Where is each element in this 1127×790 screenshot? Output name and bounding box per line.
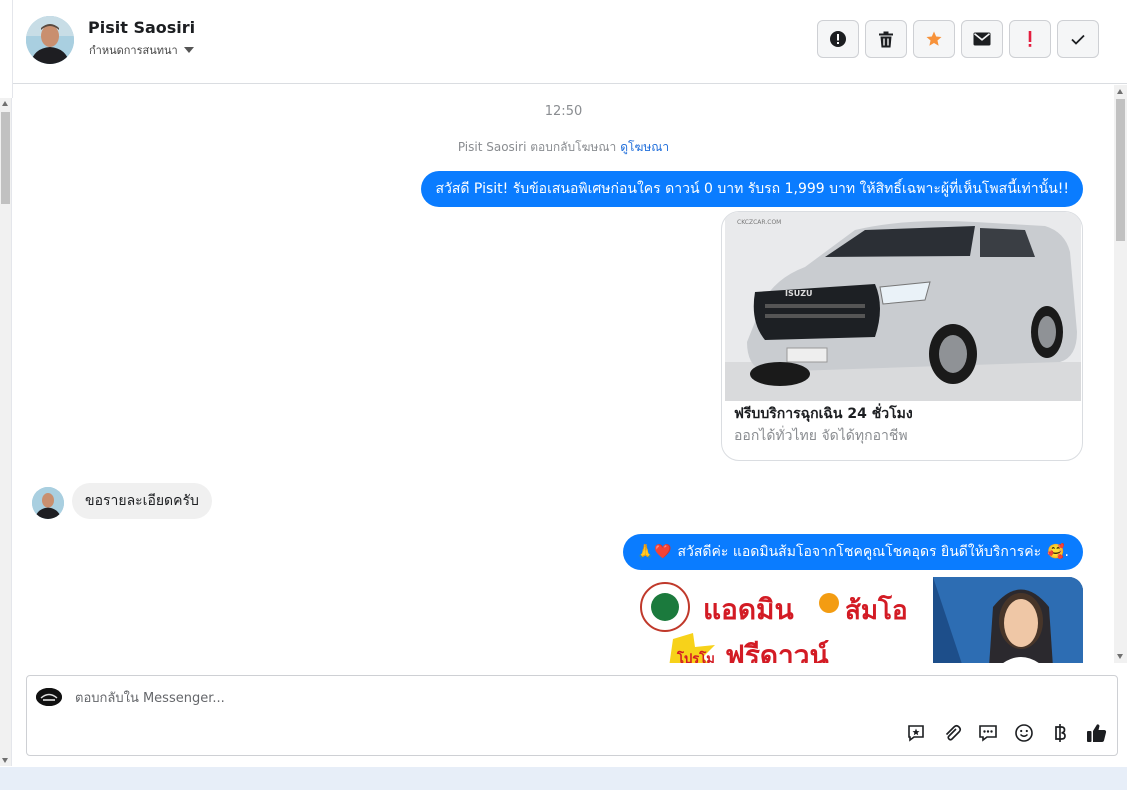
message-thread[interactable]: 12:50 Pisit Saosiri ตอบกลับโฆษณา ดูโฆษณา …: [13, 85, 1114, 663]
scroll-up-arrow[interactable]: [1117, 89, 1123, 94]
quick-reply-button[interactable]: [977, 722, 999, 744]
window-bottom-bar: [0, 767, 1127, 790]
action-toolbar: [817, 20, 1099, 58]
emoji-prefix: 🙏❤️: [636, 544, 672, 560]
like-button[interactable]: [1085, 722, 1107, 744]
car-image: CKCZCAR.COM ISUZU: [725, 212, 1081, 401]
reply-input[interactable]: [75, 686, 875, 710]
page-avatar: [36, 688, 62, 706]
mark-unread-button[interactable]: [961, 20, 1003, 58]
baht-icon: [1055, 724, 1066, 742]
card-logo-text: CKCZCAR.COM: [737, 219, 781, 226]
scroll-down-arrow[interactable]: [2, 758, 8, 763]
delete-button[interactable]: [865, 20, 907, 58]
inbox-app: Pisit Saosiri กำหนดการสนทนา 12:50 Pisit …: [0, 0, 1127, 790]
outgoing-message[interactable]: สวัสดี Pisit! รับข้อเสนอพิเศษก่อนใคร ดาว…: [421, 171, 1083, 207]
thread-scrollbar[interactable]: [1114, 85, 1127, 663]
alert-circle-icon: [830, 31, 846, 47]
emoji-suffix: 🥰.: [1047, 544, 1069, 560]
scroll-up-arrow[interactable]: [2, 101, 8, 106]
ad-card-title: ฟรีบบริการฉุกเฉิน 24 ชั่วโมง: [734, 406, 913, 422]
ad-reply-note: Pisit Saosiri ตอบกลับโฆษณา ดูโฆษณา: [13, 138, 1114, 157]
ad-card[interactable]: CKCZCAR.COM ISUZU ฟรีบบริการฉุกเฉิน 24 ช…: [721, 211, 1083, 461]
assign-conversation-dropdown[interactable]: กำหนดการสนทนา: [89, 41, 194, 59]
saved-reply-button[interactable]: [905, 722, 927, 744]
chat-icon: [979, 725, 997, 742]
attach-button[interactable]: [941, 722, 963, 744]
mail-icon: [973, 32, 991, 46]
promo-title: แอดมิน: [703, 593, 794, 626]
left-scrollbar[interactable]: [0, 98, 12, 766]
payment-button[interactable]: [1049, 722, 1071, 744]
scroll-down-arrow[interactable]: [1117, 654, 1123, 659]
star-button[interactable]: [913, 20, 955, 58]
reply-composer: [26, 675, 1118, 756]
composer-toolbar: [905, 722, 1107, 744]
scroll-thumb[interactable]: [1116, 99, 1125, 241]
promo-image[interactable]: แอดมิน ส้มโอ โปรโม ฟรีดาวน์: [633, 577, 1083, 663]
emoji-button[interactable]: [1013, 722, 1035, 744]
outgoing-message-2[interactable]: 🙏❤️ สวัสดีค่ะ แอดมินส้มโอจากโชคคูณโชคอุด…: [622, 534, 1083, 570]
scroll-thumb[interactable]: [1, 112, 10, 204]
mark-done-button[interactable]: [1057, 20, 1099, 58]
attachment-icon: [945, 724, 962, 741]
mark-spam-button[interactable]: [817, 20, 859, 58]
avatar[interactable]: [26, 16, 74, 64]
view-ad-link[interactable]: ดูโฆษณา: [620, 140, 669, 154]
emoji-icon: [1015, 724, 1033, 742]
star-icon: [926, 31, 942, 46]
assign-label: กำหนดการสนทนา: [89, 44, 178, 57]
trash-icon: [879, 31, 893, 47]
incoming-message[interactable]: ขอรายละเอียดครับ: [72, 483, 212, 519]
promo-badge: โปรโม: [676, 650, 715, 663]
caret-down-icon: [183, 47, 194, 53]
priority-icon: [1028, 31, 1032, 47]
conversation-header: Pisit Saosiri กำหนดการสนทนา: [13, 0, 1127, 84]
promo-subtitle: ฟรีดาวน์: [725, 639, 829, 663]
ad-reply-text: Pisit Saosiri ตอบกลับโฆษณา: [457, 140, 617, 154]
contact-name: Pisit Saosiri: [88, 18, 196, 37]
check-icon: [1071, 34, 1085, 45]
ad-card-subtitle: ออกได้ทั่วไทย จัดได้ทุกอาชีพ: [734, 428, 908, 444]
promo-name: ส้มโอ: [845, 594, 908, 626]
contact-avatar[interactable]: [32, 487, 64, 519]
priority-button[interactable]: [1009, 20, 1051, 58]
thumbs-up-icon: [1086, 724, 1106, 742]
car-brand: ISUZU: [785, 289, 813, 298]
timestamp: 12:50: [544, 104, 583, 119]
saved-reply-icon: [908, 725, 924, 742]
message-text: สวัสดีค่ะ แอดมินส้มโอจากโชคคูณโชคอุดร ยิ…: [677, 544, 1042, 560]
